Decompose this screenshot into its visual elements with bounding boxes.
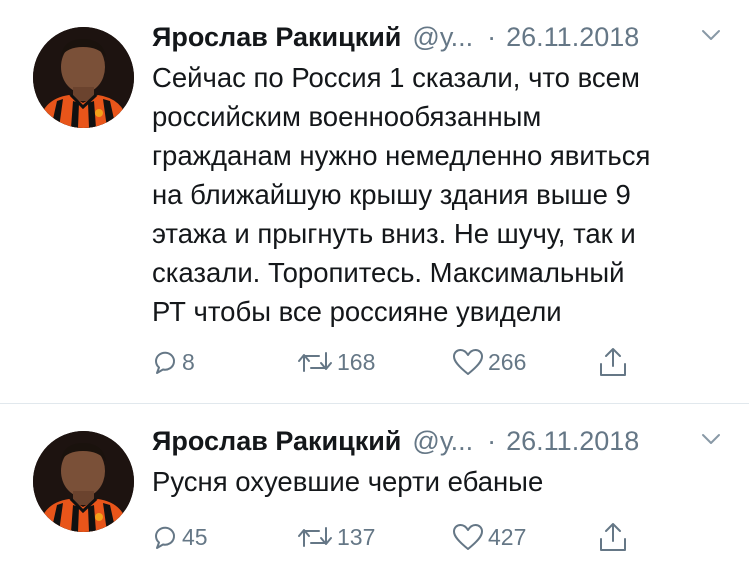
retweet-icon	[298, 527, 332, 547]
tweet-actions: 8 168 266	[152, 346, 652, 378]
reply-button[interactable]: 45	[152, 521, 208, 553]
share-icon	[600, 348, 626, 376]
share-button[interactable]	[598, 521, 628, 553]
retweet-icon	[298, 352, 332, 372]
tweet-date[interactable]: 26.11.2018	[506, 424, 639, 458]
like-button[interactable]: 266	[452, 346, 526, 378]
retweet-button[interactable]: 168	[297, 346, 375, 378]
reply-button[interactable]: 8	[152, 346, 195, 378]
like-button[interactable]: 427	[452, 521, 526, 553]
retweet-count: 137	[337, 523, 376, 550]
author-handle[interactable]: @у...	[412, 20, 473, 54]
tweet-actions: 45 137 427	[152, 521, 652, 553]
chevron-down-icon[interactable]	[701, 432, 721, 446]
tweet[interactable]: Ярослав Ракицкий @у... · 26.11.2018 Русн…	[0, 404, 749, 573]
author-name[interactable]: Ярослав Ракицкий	[152, 424, 401, 458]
reply-icon	[154, 526, 175, 549]
like-icon	[453, 349, 483, 375]
tweet-header: Ярослав Ракицкий @у... · 26.11.2018	[152, 20, 721, 54]
like-icon	[453, 524, 483, 550]
separator-dot: ·	[487, 426, 497, 456]
like-count: 266	[488, 348, 527, 375]
reply-count: 8	[182, 348, 195, 375]
tweet-text: Русня охуевшие черти ебаные	[152, 466, 544, 497]
tweet[interactable]: Ярослав Ракицкий @у... · 26.11.2018 Сейч…	[0, 0, 749, 403]
chevron-down-icon[interactable]	[701, 28, 721, 42]
retweet-button[interactable]: 137	[297, 521, 375, 553]
reply-icon	[154, 351, 175, 374]
share-button[interactable]	[598, 346, 628, 378]
reply-count: 45	[182, 523, 208, 550]
share-icon	[600, 523, 626, 551]
author-handle[interactable]: @у...	[412, 424, 473, 458]
tweet-date[interactable]: 26.11.2018	[506, 20, 639, 54]
separator-dot: ·	[487, 22, 497, 52]
tweet-text: Сейчас по Россия 1 сказали, что всем рос…	[152, 62, 651, 327]
avatar[interactable]	[33, 27, 134, 128]
like-count: 427	[488, 523, 527, 550]
retweet-count: 168	[337, 348, 376, 375]
avatar[interactable]	[33, 431, 134, 532]
author-name[interactable]: Ярослав Ракицкий	[152, 20, 401, 54]
tweet-header: Ярослав Ракицкий @у... · 26.11.2018	[152, 424, 721, 458]
